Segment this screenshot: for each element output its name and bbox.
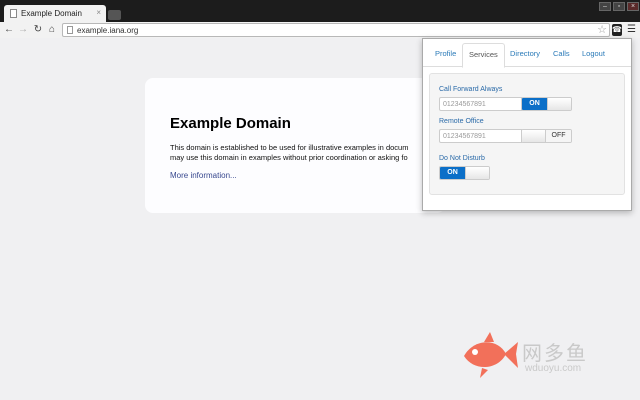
content-card: Example Domain This domain is establishe… (145, 78, 445, 213)
forward-arrow-icon[interactable]: → (17, 23, 29, 36)
call-forward-toggle[interactable]: ON (521, 97, 572, 111)
toggle-knob (465, 167, 489, 179)
page-icon (10, 9, 17, 18)
paragraph-line: may use this domain in examples without … (170, 153, 408, 162)
watermark-cn: 网多鱼 (522, 343, 588, 365)
tab-directory[interactable]: Directory (510, 49, 540, 58)
tab-logout[interactable]: Logout (582, 49, 605, 58)
restore-button[interactable]: ▫ (613, 2, 625, 11)
phone-extension-icon[interactable]: ☎ (612, 24, 622, 36)
url-text: example.iana.org (77, 26, 139, 35)
remote-office-number-input[interactable]: 01234567891 (439, 129, 522, 143)
remote-office-toggle[interactable]: OFF (521, 129, 572, 143)
toggle-knob (547, 98, 571, 110)
minimize-button[interactable]: – (599, 2, 611, 11)
toggle-on-label: ON (440, 167, 465, 179)
tab-services[interactable]: Services (462, 43, 505, 68)
tab-title: Example Domain (21, 9, 82, 18)
services-panel: Call Forward Always 01234567891 ON Remot… (429, 73, 625, 195)
page-title: Example Domain (170, 115, 291, 132)
popup-tab-bar: Profile Services Directory Calls Logout (423, 39, 631, 68)
reload-icon[interactable]: ↻ (32, 23, 44, 36)
page-icon (67, 26, 73, 34)
tab-close-icon[interactable]: × (96, 8, 101, 17)
watermark-en: wduoyu.com (525, 363, 582, 374)
hamburger-menu-icon[interactable]: ☰ (626, 24, 637, 36)
browser-titlebar: Example Domain × – ▫ × (0, 0, 640, 22)
back-arrow-icon[interactable]: ← (3, 23, 15, 36)
close-window-button[interactable]: × (627, 2, 639, 11)
fish-logo-icon (464, 332, 518, 378)
home-icon[interactable]: ⌂ (46, 23, 58, 36)
tab-profile[interactable]: Profile (435, 49, 456, 58)
tab-calls[interactable]: Calls (553, 49, 570, 58)
browser-tab[interactable]: Example Domain × (4, 5, 106, 22)
browser-toolbar: ← → ↻ ⌂ example.iana.org ☆ ☎ ☰ (0, 22, 640, 38)
call-forward-number-input[interactable]: 01234567891 (439, 97, 522, 111)
new-tab-button[interactable] (108, 10, 121, 20)
address-bar[interactable]: example.iana.org ☆ (62, 23, 610, 37)
bookmark-star-icon[interactable]: ☆ (597, 23, 607, 36)
toggle-on-label: ON (522, 98, 547, 110)
call-forward-label: Call Forward Always (439, 86, 503, 93)
page-paragraph: This domain is established to be used fo… (170, 143, 440, 163)
toggle-knob (522, 130, 546, 142)
toggle-off-label: OFF (546, 130, 571, 142)
dnd-label: Do Not Disturb (439, 155, 485, 162)
dnd-toggle[interactable]: ON (439, 166, 490, 180)
paragraph-line: This domain is established to be used fo… (170, 143, 409, 152)
remote-office-label: Remote Office (439, 118, 484, 125)
more-info-link[interactable]: More information... (170, 171, 237, 180)
extension-popup: Profile Services Directory Calls Logout … (422, 38, 632, 211)
